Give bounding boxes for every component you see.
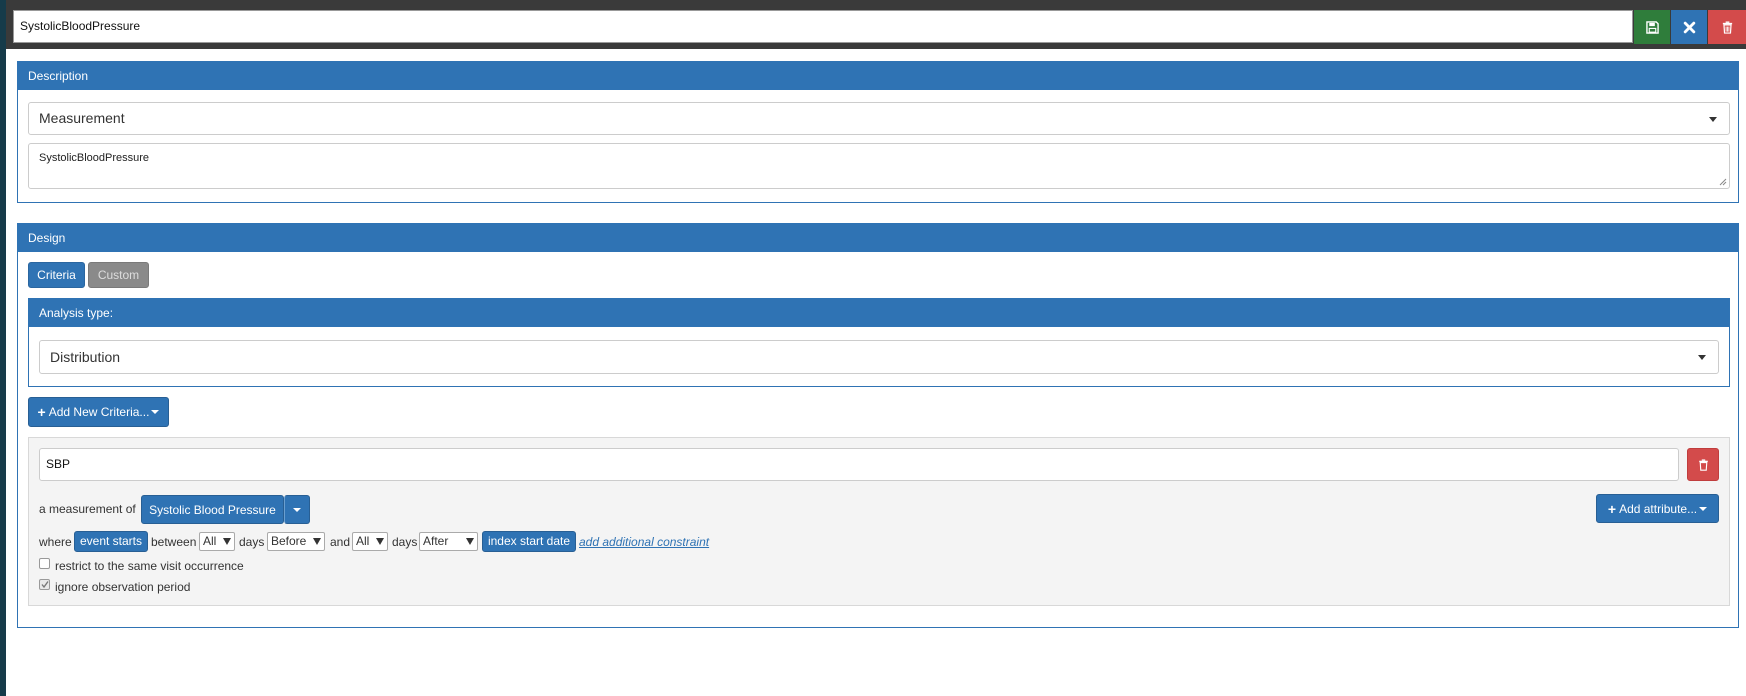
description-textarea[interactable]: SystolicBloodPressure: [28, 143, 1730, 189]
before-after-select[interactable]: Before: [267, 532, 325, 551]
where-label: where: [39, 535, 72, 549]
and-label: and: [330, 535, 351, 549]
save-button[interactable]: [1634, 10, 1670, 44]
tab-criteria[interactable]: Criteria: [28, 262, 85, 288]
add-new-criteria-label: Add New Criteria...: [48, 405, 150, 419]
event-starts-button[interactable]: event starts: [74, 531, 148, 552]
plus-icon: +: [1607, 500, 1617, 517]
after-select[interactable]: After: [419, 532, 478, 551]
days-before-select[interactable]: All: [199, 532, 235, 551]
resize-handle-icon[interactable]: [1719, 178, 1727, 186]
concept-set-label: Systolic Blood Pressure: [149, 502, 276, 517]
domain-select-value: Measurement: [39, 110, 125, 126]
days-after-value: All: [356, 534, 370, 548]
description-text: SystolicBloodPressure: [39, 152, 150, 164]
chevron-down-icon: [1698, 355, 1706, 360]
restrict-visit-checkbox[interactable]: [39, 558, 50, 569]
close-button[interactable]: [1671, 10, 1707, 44]
measurement-prefix: a measurement of: [39, 502, 136, 516]
days-label-2: days: [392, 535, 418, 549]
delete-button[interactable]: [1708, 10, 1746, 44]
ignore-observation-checkbox[interactable]: [39, 579, 50, 590]
after-value: After: [423, 534, 449, 548]
ignore-observation-label: ignore observation period: [55, 580, 191, 594]
between-label: between: [151, 535, 197, 549]
days-after-select[interactable]: All: [352, 532, 388, 551]
index-start-date-button[interactable]: index start date: [482, 531, 576, 552]
analysis-type-select[interactable]: Distribution: [39, 340, 1719, 374]
add-new-criteria-button[interactable]: + Add New Criteria...: [28, 397, 169, 427]
trash-icon: [1698, 458, 1708, 471]
description-heading: Description: [18, 62, 1738, 90]
triangle-down-icon: [223, 538, 231, 545]
concept-set-dropdown-button[interactable]: [284, 495, 310, 524]
left-edge-bar: [0, 0, 6, 696]
caret-down-icon: [151, 410, 160, 414]
criteria-name-input[interactable]: SBP: [39, 448, 1679, 481]
caret-down-icon: [293, 507, 301, 512]
title-input[interactable]: SystolicBloodPressure: [13, 10, 1633, 43]
add-attribute-button[interactable]: + Add attribute...: [1596, 494, 1719, 523]
analysis-type-value: Distribution: [50, 349, 121, 365]
checkmark-icon: [41, 581, 49, 589]
delete-criteria-button[interactable]: [1687, 448, 1719, 481]
analysis-type-heading: Analysis type:: [29, 299, 1729, 327]
concept-set-button[interactable]: Systolic Blood Pressure: [141, 495, 284, 524]
design-heading: Design: [18, 224, 1738, 252]
trash-icon: [1722, 20, 1732, 34]
domain-select[interactable]: Measurement: [28, 102, 1730, 135]
caret-down-icon: [1699, 506, 1708, 511]
chevron-down-icon: [1709, 116, 1717, 122]
days-before-value: All: [203, 534, 217, 548]
close-icon: [1683, 21, 1695, 33]
triangle-down-icon: [376, 538, 384, 545]
triangle-down-icon: [313, 538, 321, 545]
restrict-visit-label: restrict to the same visit occurrence: [55, 559, 244, 573]
tab-custom[interactable]: Custom: [88, 262, 149, 288]
days-label: days: [239, 535, 265, 549]
add-attribute-label: Add attribute...: [1619, 501, 1698, 516]
save-icon: [1645, 20, 1659, 34]
add-additional-constraint-link[interactable]: add additional constraint: [579, 535, 709, 549]
plus-icon: +: [37, 404, 46, 420]
before-after-value: Before: [271, 534, 307, 548]
triangle-down-icon: [466, 538, 474, 545]
